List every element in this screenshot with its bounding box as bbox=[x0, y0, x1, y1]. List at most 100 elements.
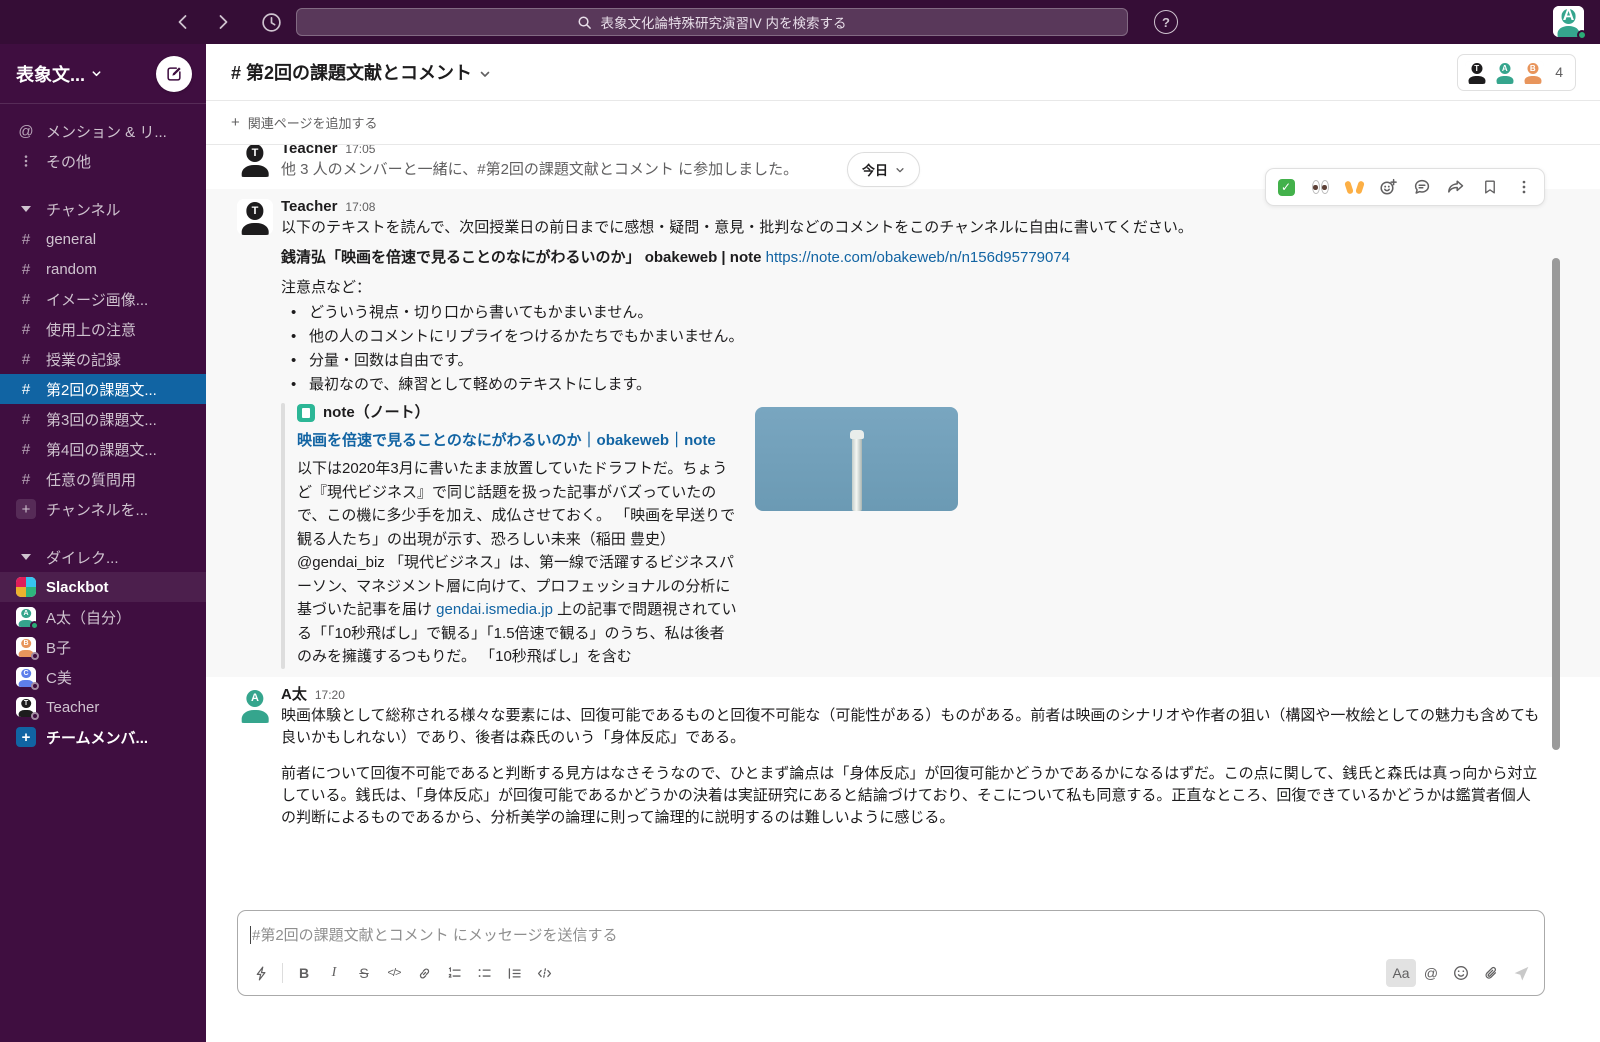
message-timestamp[interactable]: 17:05 bbox=[345, 145, 375, 159]
more-actions-button[interactable] bbox=[1508, 172, 1540, 202]
sidebar-item-dm-slackbot[interactable]: Slackbot bbox=[0, 572, 206, 602]
message-author[interactable]: Teacher bbox=[281, 145, 337, 159]
article-url-link[interactable]: https://note.com/obakeweb/n/n156d9577907… bbox=[766, 249, 1070, 266]
ordered-list-button[interactable] bbox=[439, 959, 469, 987]
card-description: 以下は2020年3月に書いたまま放置していたドラフトだ。ちょうど『現代ビジネス』… bbox=[297, 457, 737, 669]
user-avatar[interactable]: A bbox=[1553, 6, 1584, 37]
react-eyes-button[interactable] bbox=[1304, 172, 1336, 202]
sidebar-item-channel-general[interactable]: #general bbox=[0, 224, 206, 254]
hash-icon: # bbox=[16, 411, 36, 428]
add-reaction-icon bbox=[1378, 177, 1398, 197]
send-button[interactable] bbox=[1506, 959, 1536, 987]
workspace-switcher[interactable]: 表象文... bbox=[16, 61, 102, 87]
message-author[interactable]: Teacher bbox=[281, 197, 337, 217]
presence-dot bbox=[1577, 30, 1587, 40]
sidebar-item-channel-class-records[interactable]: #授業の記録 bbox=[0, 344, 206, 374]
blockquote-button[interactable] bbox=[499, 959, 529, 987]
add-reaction-button[interactable] bbox=[1372, 172, 1404, 202]
new-message-button[interactable] bbox=[156, 56, 192, 92]
sidebar-item-add-channel[interactable]: + チャンネルを... bbox=[0, 494, 206, 524]
sidebar-item-dm-teacher[interactable]: T Teacher bbox=[0, 692, 206, 722]
dm-avatar: B bbox=[16, 637, 36, 657]
message-avatar[interactable]: T bbox=[237, 199, 273, 235]
sidebar-item-channel-random[interactable]: #random bbox=[0, 254, 206, 284]
lightning-icon bbox=[253, 965, 270, 982]
message-avatar[interactable]: A bbox=[237, 687, 273, 723]
code-block-button[interactable] bbox=[529, 959, 559, 987]
sidebar-item-channel-session4[interactable]: #第4回の課題文... bbox=[0, 434, 206, 464]
hash-icon: # bbox=[16, 321, 36, 338]
hash-icon: # bbox=[16, 351, 36, 368]
sidebar-item-dm-c[interactable]: C C美 bbox=[0, 662, 206, 692]
date-pill-today[interactable]: 今日 bbox=[847, 152, 920, 187]
history-clock-icon[interactable] bbox=[258, 9, 284, 35]
sidebar-item-channel-images[interactable]: #イメージ画像... bbox=[0, 284, 206, 314]
message-input[interactable]: #第2回の課題文献とコメント にメッセージを送信する bbox=[238, 911, 1544, 955]
react-check-button[interactable]: ✓ bbox=[1270, 172, 1302, 202]
search-icon bbox=[577, 15, 592, 30]
sidebar-item-dm-b[interactable]: B B子 bbox=[0, 632, 206, 662]
history-back-icon[interactable] bbox=[170, 9, 196, 35]
message-teacher[interactable]: T Teacher 17:08 以下のテキストを読んで、次回授業日の前日までに感… bbox=[206, 189, 1600, 677]
sidebar-item-more[interactable]: その他 bbox=[0, 146, 206, 176]
blockquote-icon bbox=[506, 965, 523, 982]
sidebar-item-channel-session2-active[interactable]: #第2回の課題文... bbox=[0, 374, 206, 404]
strikethrough-button[interactable]: S bbox=[349, 959, 379, 987]
composer-container: #第2回の課題文献とコメント にメッセージを送信する B I S </> bbox=[206, 902, 1600, 1042]
sidebar-item-channel-session3[interactable]: #第3回の課題文... bbox=[0, 404, 206, 434]
message-timestamp[interactable]: 17:20 bbox=[315, 685, 345, 705]
tower-cap-graphic bbox=[850, 430, 864, 439]
card-title-link[interactable]: 映画を倍速で見ることのなにがわるいのか｜obakeweb｜note bbox=[297, 429, 737, 453]
italic-button[interactable]: I bbox=[319, 959, 349, 987]
bold-button[interactable]: B bbox=[289, 959, 319, 987]
dm-avatar: C bbox=[16, 667, 36, 687]
message-actions-toolbar: ✓ bbox=[1265, 168, 1545, 206]
card-provider: note（ノート） bbox=[297, 403, 737, 423]
sidebar-item-add-teammates[interactable]: + チームメンバ... bbox=[0, 722, 206, 752]
help-icon[interactable]: ? bbox=[1154, 10, 1178, 34]
search-bar[interactable]: 表象文化論特殊研究演習IV 内を検索する bbox=[296, 8, 1128, 36]
notes-bullet-list: どういう視点・切り口から書いてもかまいません。 他の人のコメントにリプライをつけ… bbox=[281, 301, 1545, 397]
notes-label: 注意点など： bbox=[281, 277, 1545, 299]
message-author[interactable]: A太 bbox=[281, 685, 307, 705]
reply-thread-button[interactable] bbox=[1406, 172, 1438, 202]
ordered-list-icon bbox=[446, 965, 463, 982]
card-thumbnail-image[interactable] bbox=[755, 407, 958, 511]
attach-file-button[interactable] bbox=[1476, 959, 1506, 987]
sidebar-item-channel-questions[interactable]: #任意の質問用 bbox=[0, 464, 206, 494]
presence-dot bbox=[31, 712, 39, 720]
sidebar-item-mentions[interactable]: @ メンション & リ... bbox=[0, 116, 206, 146]
sidebar-nav: @ メンション & リ... その他 チャンネル #general #rando… bbox=[0, 104, 206, 752]
sidebar-item-channel-usage-notes[interactable]: #使用上の注意 bbox=[0, 314, 206, 344]
message-timestamp[interactable]: 17:08 bbox=[345, 197, 375, 217]
message-paragraph: 映画体験として総称される様々な要素には、回復可能であるものと回復不可能な（可能性… bbox=[281, 705, 1545, 749]
hash-icon: # bbox=[16, 261, 36, 278]
shortcuts-button[interactable] bbox=[246, 959, 276, 987]
gendai-link[interactable]: gendai.ismedia.jp bbox=[436, 601, 553, 618]
channels-section-header[interactable]: チャンネル bbox=[0, 194, 206, 224]
hash-icon: # bbox=[16, 471, 36, 488]
eyes-emoji bbox=[1312, 180, 1329, 194]
slackbot-avatar bbox=[16, 577, 36, 597]
link-button[interactable] bbox=[409, 959, 439, 987]
history-forward-icon[interactable] bbox=[210, 9, 236, 35]
channel-members-button[interactable]: T A B 4 bbox=[1457, 54, 1576, 91]
share-message-button[interactable] bbox=[1440, 172, 1472, 202]
show-formatting-button[interactable]: Aa bbox=[1386, 959, 1416, 987]
inline-code-button[interactable]: </> bbox=[379, 959, 409, 987]
chevron-down-icon bbox=[91, 68, 102, 79]
save-bookmark-button[interactable] bbox=[1474, 172, 1506, 202]
dm-section-header[interactable]: ダイレク... bbox=[0, 542, 206, 572]
message-avatar: T bbox=[237, 145, 273, 177]
message-a[interactable]: A A太 17:20 映画体験として総称される様々な要素には、回復可能であるもの… bbox=[206, 677, 1600, 837]
link-preview-card: note（ノート） 映画を倍速で見ることのなにがわるいのか｜obakeweb｜n… bbox=[281, 403, 1545, 669]
scrollbar-thumb[interactable] bbox=[1552, 258, 1560, 750]
mention-button[interactable]: @ bbox=[1416, 959, 1446, 987]
add-related-pages-button[interactable]: + 関連ページを追加する bbox=[231, 113, 378, 132]
channel-title[interactable]: # 第2回の課題文献とコメント bbox=[231, 59, 491, 85]
emoji-button[interactable] bbox=[1446, 959, 1476, 987]
bullet-list-button[interactable] bbox=[469, 959, 499, 987]
sidebar-item-dm-a[interactable]: A A太（自分） bbox=[0, 602, 206, 632]
plus-icon: + bbox=[16, 499, 36, 519]
react-hands-button[interactable] bbox=[1338, 172, 1370, 202]
